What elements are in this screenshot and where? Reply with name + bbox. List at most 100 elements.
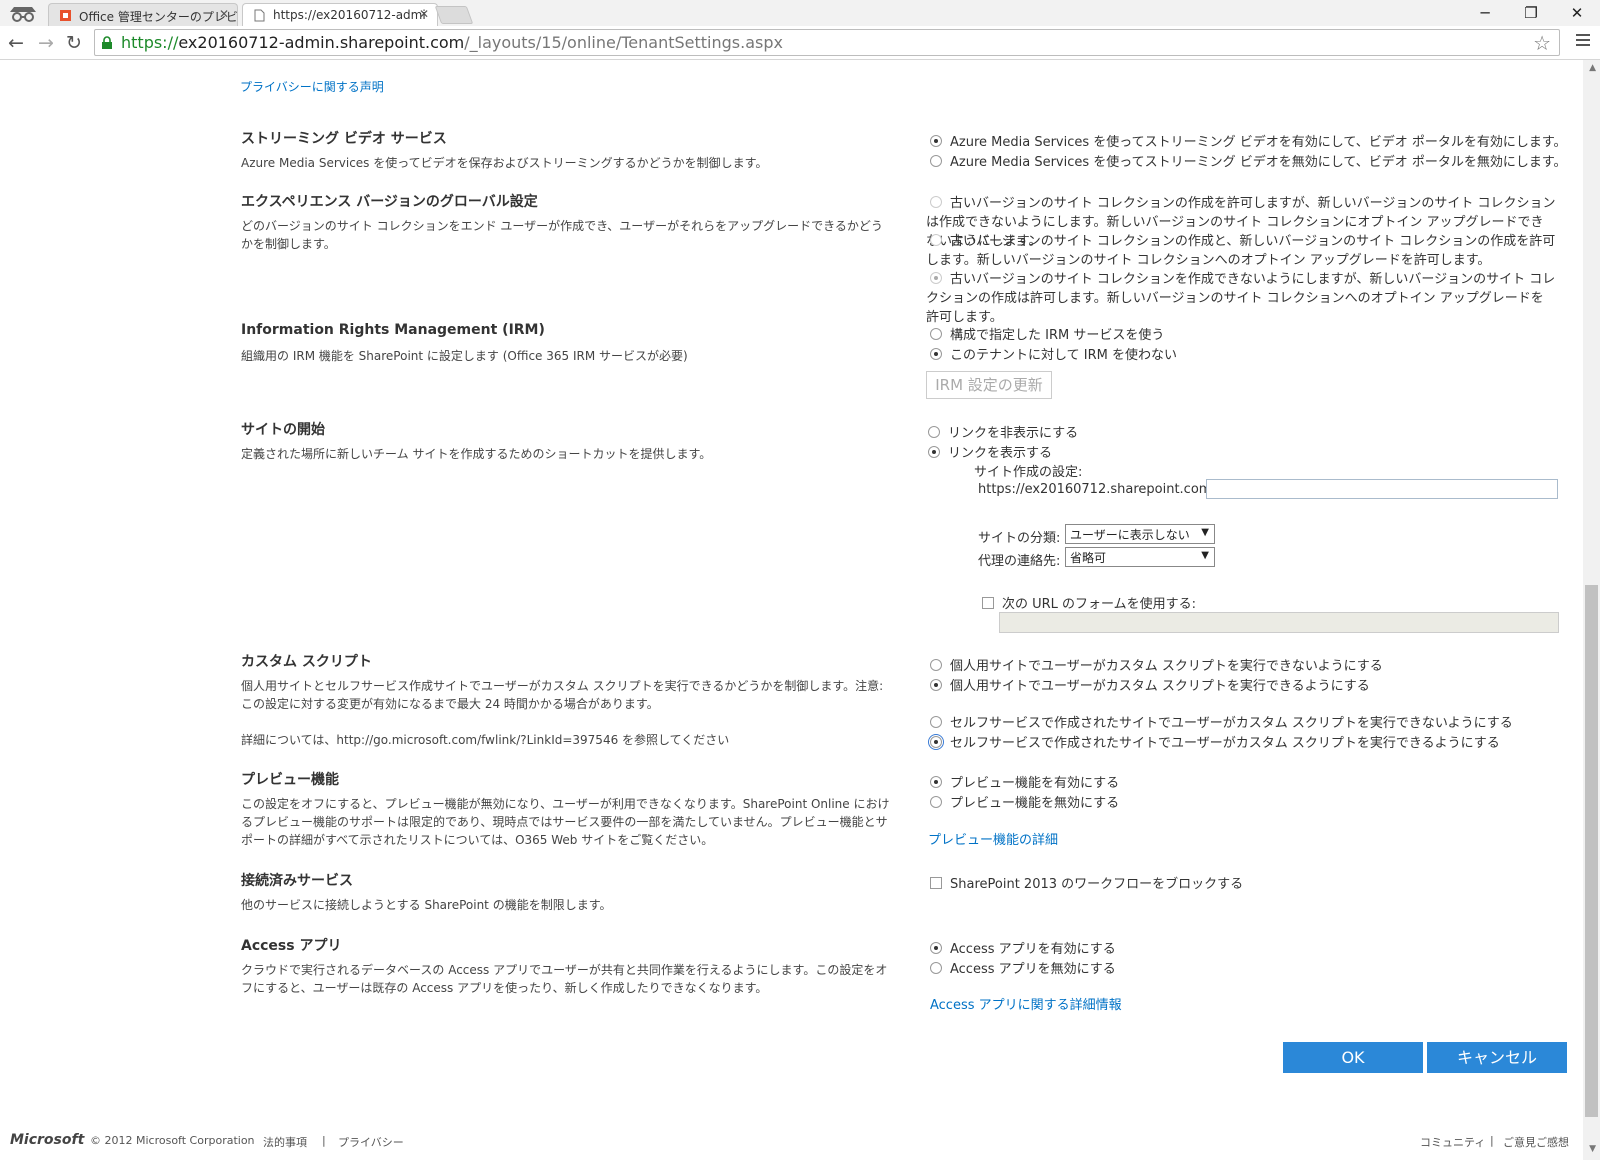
- back-button[interactable]: ←: [4, 31, 28, 55]
- scrollbar-thumb[interactable]: [1585, 585, 1598, 1117]
- checkbox[interactable]: [982, 597, 994, 609]
- secondary-contact-select[interactable]: 省略可 ▼: [1065, 547, 1215, 567]
- ok-button[interactable]: OK: [1283, 1042, 1423, 1073]
- preview-desc: この設定をオフにすると、プレビュー機能が無効になり、ユーザーが利用できなくなりま…: [241, 797, 890, 847]
- forward-button[interactable]: →: [34, 31, 58, 55]
- tab-title: https://ex20160712-admi: [273, 8, 426, 22]
- irm-title: Information Rights Management (IRM): [241, 322, 545, 338]
- dropdown-arrow-icon: ▼: [1201, 550, 1209, 561]
- office-icon: [60, 10, 71, 21]
- preview-option-enable[interactable]: プレビュー機能を有効にする: [930, 772, 1119, 791]
- radio-button[interactable]: [930, 942, 942, 954]
- checkbox[interactable]: [930, 877, 942, 889]
- access-option-enable[interactable]: Access アプリを有効にする: [930, 938, 1116, 957]
- feedback-link[interactable]: ご意見ご感想: [1503, 1134, 1569, 1150]
- connected-desc: 他のサービスに接続しようとする SharePoint の機能を制限します。: [241, 898, 612, 912]
- site-url-prefix: https://ex20160712.sharepoint.com/: [978, 482, 1216, 497]
- site-start-desc: 定義された場所に新しいチーム サイトを作成するためのショートカットを提供します。: [241, 447, 712, 461]
- access-option-disable[interactable]: Access アプリを無効にする: [930, 958, 1116, 977]
- tab-tenant-settings[interactable]: https://ex20160712-admi ✕: [242, 3, 438, 26]
- radio-button[interactable]: [930, 962, 942, 974]
- scroll-down-arrow-icon[interactable]: ▼: [1589, 1144, 1596, 1154]
- page-icon: [254, 9, 265, 22]
- streaming-title: ストリーミング ビデオ サービス: [241, 131, 447, 147]
- footer-separator: |: [1490, 1134, 1494, 1147]
- footer-privacy-link[interactable]: プライバシー: [338, 1134, 404, 1150]
- radio-button[interactable]: [930, 679, 942, 691]
- address-bar[interactable]: https://ex20160712-admin.sharepoint.com/…: [94, 29, 1560, 56]
- url-text: https://ex20160712-admin.sharepoint.com/…: [121, 33, 783, 52]
- lock-icon: [102, 36, 112, 49]
- custom-script-option-3[interactable]: セルフサービスで作成されたサイトでユーザーがカスタム スクリプトを実行できないよ…: [930, 712, 1513, 731]
- legal-link[interactable]: 法的事項: [263, 1134, 307, 1150]
- use-url-form-option[interactable]: 次の URL のフォームを使用する:: [982, 593, 1196, 612]
- radio-button[interactable]: [930, 796, 942, 808]
- experience-desc: どのバージョンのサイト コレクションをエンド ユーザーが作成でき、ユーザーがそれ…: [241, 219, 883, 251]
- custom-script-title: カスタム スクリプト: [241, 654, 372, 670]
- radio-button[interactable]: [930, 716, 942, 728]
- site-start-title: サイトの開始: [241, 422, 325, 438]
- experience-option-2[interactable]: 古いバージョンのサイト コレクションの作成と、新しいバージョンのサイト コレクシ…: [926, 232, 1556, 270]
- minimize-button[interactable]: ─: [1462, 2, 1508, 24]
- site-start-option-hide[interactable]: リンクを非表示にする: [928, 422, 1078, 441]
- irm-refresh-button[interactable]: IRM 設定の更新: [926, 371, 1052, 399]
- block-workflow-option[interactable]: SharePoint 2013 のワークフローをブロックする: [930, 873, 1243, 892]
- site-classification-label: サイトの分類:: [978, 531, 1061, 546]
- radio-button[interactable]: [930, 659, 942, 671]
- maximize-button[interactable]: ❐: [1508, 2, 1554, 24]
- custom-script-option-1[interactable]: 個人用サイトでユーザーがカスタム スクリプトを実行できないようにする: [930, 655, 1383, 674]
- radio-button[interactable]: [930, 135, 942, 147]
- close-window-button[interactable]: ✕: [1554, 2, 1600, 24]
- site-url-input[interactable]: [1206, 479, 1558, 499]
- close-tab-icon[interactable]: ✕: [419, 7, 429, 21]
- irm-option-use[interactable]: 構成で指定した IRM サービスを使う: [930, 324, 1164, 343]
- copyright-text: © 2012 Microsoft Corporation: [90, 1134, 255, 1147]
- tab-office-admin[interactable]: Office 管理センターのプレビュ ✕: [48, 3, 238, 26]
- footer-separator: |: [322, 1134, 326, 1147]
- irm-desc: 組織用の IRM 機能を SharePoint に設定します (Office 3…: [241, 349, 688, 363]
- preview-details-link[interactable]: プレビュー機能の詳細: [928, 829, 1058, 848]
- radio-button[interactable]: [930, 272, 942, 284]
- radio-button[interactable]: [930, 348, 942, 360]
- site-creation-settings-label: サイト作成の設定:: [974, 465, 1083, 480]
- access-desc: クラウドで実行されるデータベースの Access アプリでユーザーが共有と共同作…: [241, 963, 888, 995]
- url-form-input[interactable]: [999, 612, 1559, 633]
- radio-button[interactable]: [928, 426, 940, 438]
- experience-option-3[interactable]: 古いバージョンのサイト コレクションを作成できないようにしますが、新しいバージョ…: [926, 270, 1556, 327]
- radio-button[interactable]: [928, 446, 940, 458]
- custom-script-detail: 詳細については、http://go.microsoft.com/fwlink/?…: [241, 733, 730, 747]
- menu-icon[interactable]: [1576, 34, 1590, 48]
- privacy-statement-link[interactable]: プライバシーに関する声明: [240, 78, 384, 95]
- streaming-option-enable[interactable]: Azure Media Services を使ってストリーミング ビデオを有効に…: [930, 131, 1567, 150]
- cancel-button[interactable]: キャンセル: [1427, 1042, 1567, 1073]
- secondary-contact-label: 代理の連絡先:: [978, 554, 1061, 569]
- streaming-option-disable[interactable]: Azure Media Services を使ってストリーミング ビデオを無効に…: [930, 151, 1567, 170]
- connected-title: 接続済みサービス: [241, 873, 353, 889]
- custom-script-option-4[interactable]: セルフサービスで作成されたサイトでユーザーがカスタム スクリプトを実行できるよう…: [928, 732, 1500, 751]
- microsoft-logo: Microsoft: [10, 1132, 85, 1148]
- close-tab-icon[interactable]: ✕: [219, 7, 229, 21]
- radio-button[interactable]: [930, 234, 942, 246]
- reload-button[interactable]: ↻: [62, 31, 86, 55]
- radio-button[interactable]: [928, 734, 944, 750]
- scroll-up-arrow-icon[interactable]: ▲: [1589, 63, 1596, 73]
- incognito-icon: [10, 7, 36, 22]
- radio-button[interactable]: [930, 776, 942, 788]
- access-title: Access アプリ: [241, 938, 342, 954]
- irm-option-none[interactable]: このテナントに対して IRM を使わない: [930, 344, 1177, 363]
- custom-script-option-2[interactable]: 個人用サイトでユーザーがカスタム スクリプトを実行できるようにする: [930, 675, 1370, 694]
- preview-title: プレビュー機能: [241, 772, 339, 788]
- new-tab-button[interactable]: [434, 6, 474, 24]
- address-toolbar: ← → ↻ https://ex20160712-admin.sharepoin…: [0, 26, 1600, 60]
- site-start-option-show[interactable]: リンクを表示する: [928, 442, 1052, 461]
- site-classification-select[interactable]: ユーザーに表示しない ▼: [1065, 524, 1215, 544]
- community-link[interactable]: コミュニティ: [1420, 1134, 1485, 1150]
- radio-button[interactable]: [930, 196, 942, 208]
- radio-button[interactable]: [930, 328, 942, 340]
- radio-button[interactable]: [930, 155, 942, 167]
- bookmark-star-icon[interactable]: ☆: [1533, 31, 1551, 55]
- access-details-link[interactable]: Access アプリに関する詳細情報: [930, 994, 1122, 1013]
- preview-option-disable[interactable]: プレビュー機能を無効にする: [930, 792, 1119, 811]
- dropdown-arrow-icon: ▼: [1201, 527, 1209, 538]
- custom-script-desc: 個人用サイトとセルフサービス作成サイトでユーザーがカスタム スクリプトを実行でき…: [241, 679, 884, 711]
